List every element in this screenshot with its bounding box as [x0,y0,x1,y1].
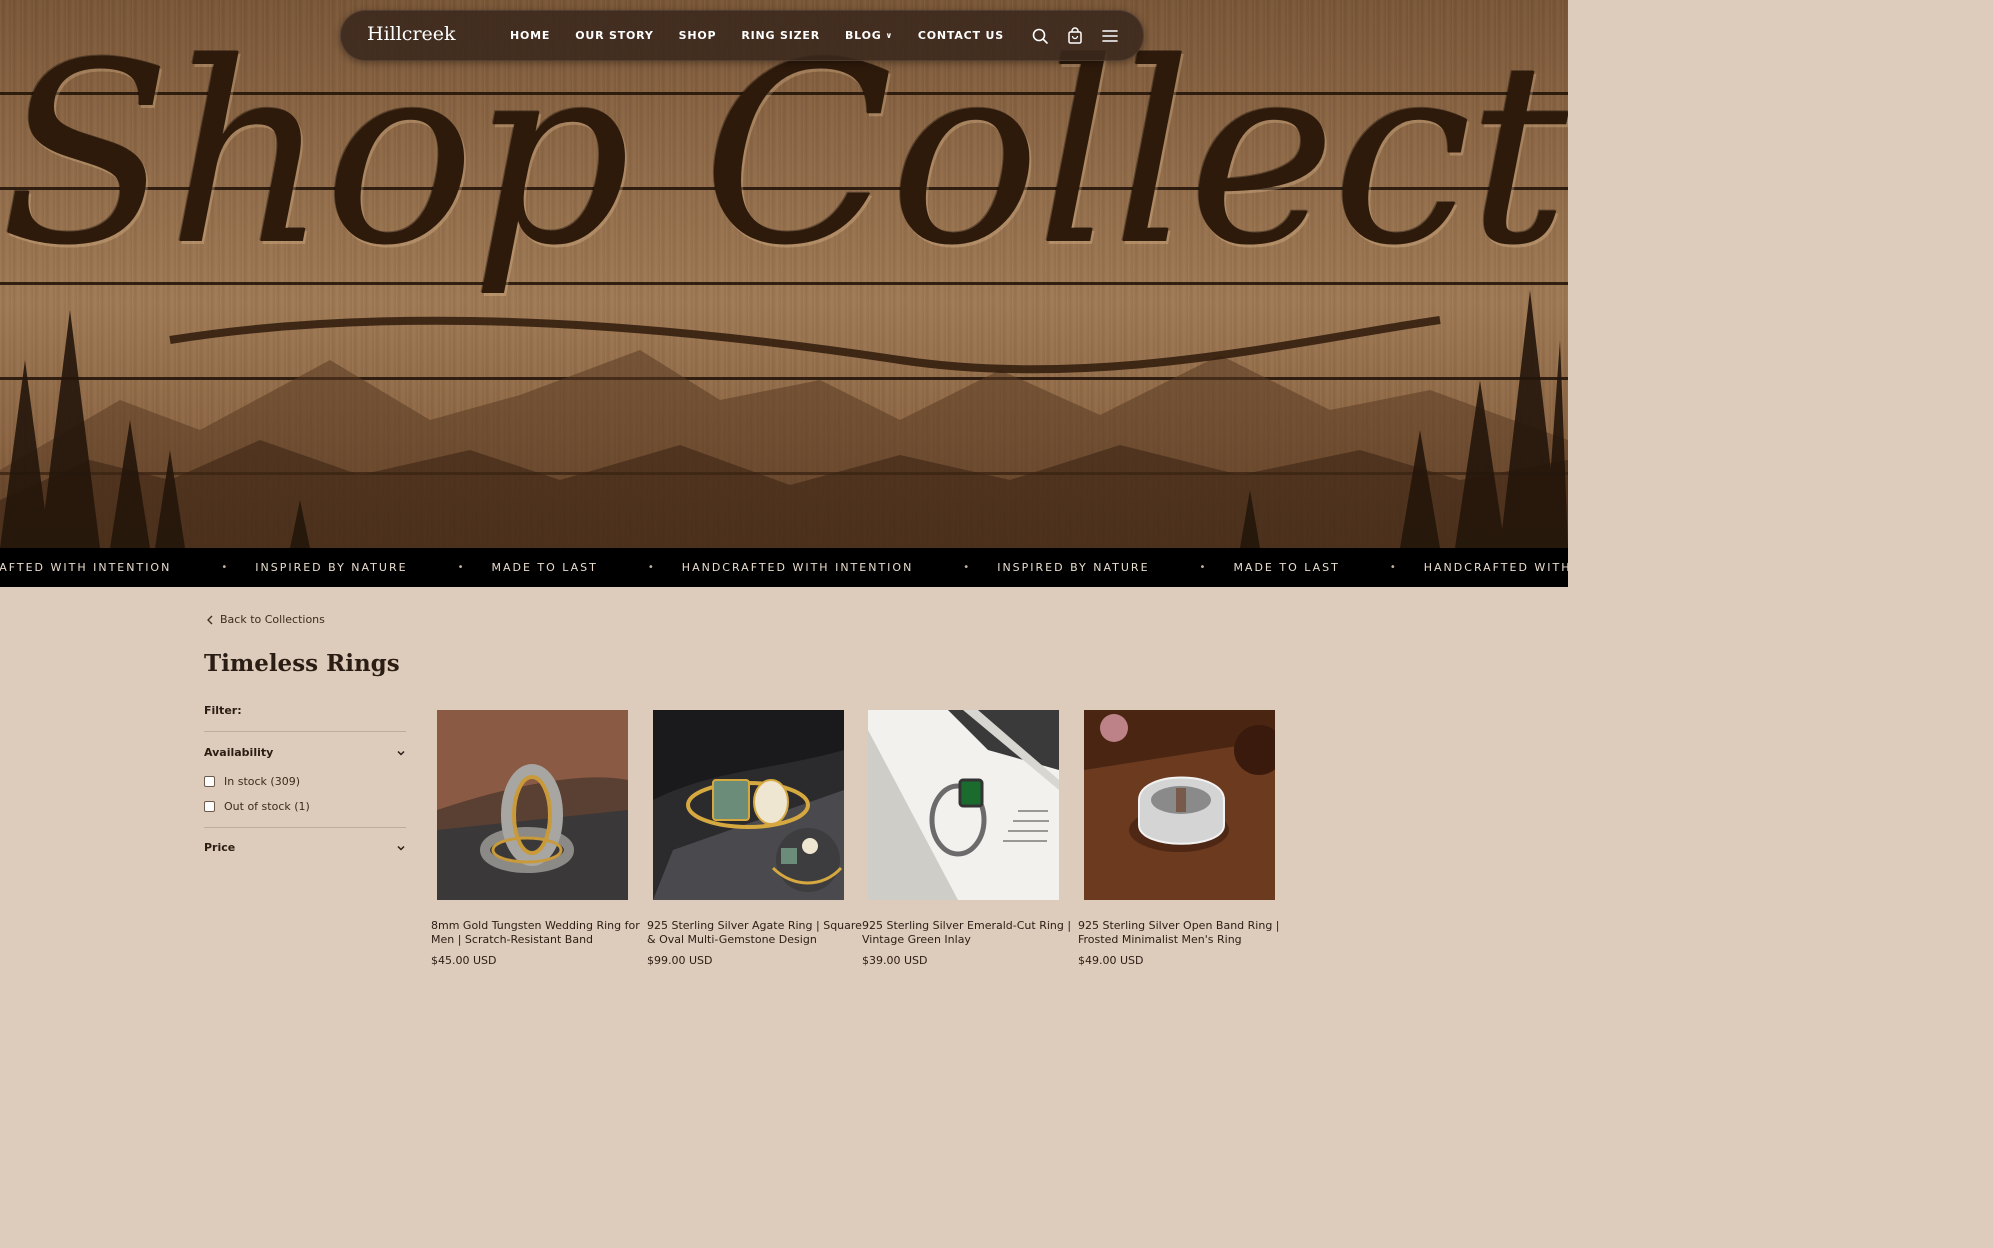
availability-facet-toggle[interactable]: Availability [204,746,406,759]
nav-links: HOME OUR STORY SHOP RING SIZER BLOG ∨ CON… [510,29,1029,42]
product-image[interactable] [1084,710,1275,900]
marquee-item: MADE TO LAST [1233,561,1340,574]
nav-link-blog[interactable]: BLOG [845,29,882,42]
hero-banner: Shop Collections [0,0,1568,548]
price-facet-toggle[interactable]: Price [204,841,406,854]
back-to-collections-link[interactable]: Back to Collections [206,613,325,626]
marquee-item: RAFTED WITH INTENTION [0,561,172,574]
marquee-item: HANDCRAFTED WITH INTENTION [1423,561,1568,574]
brand-logo[interactable]: Hillcreek [367,23,456,45]
product-title[interactable]: 925 Sterling Silver Agate Ring | Square … [647,919,863,947]
hero-title: Shop Collections [0,9,1568,300]
nav-link-home[interactable]: HOME [510,29,550,42]
filter-divider [204,731,406,732]
product-title[interactable]: 925 Sterling Silver Emerald-Cut Ring | V… [862,919,1078,947]
product-image[interactable] [653,710,844,900]
nav-link-contact-us[interactable]: CONTACT US [918,29,1004,42]
product-price: $49.00 USD [1078,954,1144,967]
chevron-left-icon [207,615,213,624]
nav-link-ring-sizer[interactable]: RING SIZER [741,29,820,42]
search-icon[interactable] [1031,27,1049,45]
availability-label: Availability [204,746,274,759]
marquee-item: INSPIRED BY NATURE [255,561,408,574]
marquee-item: INSPIRED BY NATURE [997,561,1150,574]
cart-icon[interactable] [1066,27,1084,45]
top-navigation: Hillcreek HOME OUR STORY SHOP RING SIZER… [340,10,1144,61]
out-of-stock-label: Out of stock (1) [224,800,310,813]
product-price: $39.00 USD [862,954,928,967]
tungsten-ring-photo [437,710,628,900]
marquee-separator: • [1389,562,1396,573]
marquee-item: HANDCRAFTED WITH INTENTION [681,561,914,574]
chevron-down-icon: ∨ [885,31,893,40]
product-title[interactable]: 925 Sterling Silver Open Band Ring | Fro… [1078,919,1294,947]
filter-label: Filter: [204,704,242,717]
product-title[interactable]: 8mm Gold Tungsten Wedding Ring for Men |… [431,919,647,947]
out-of-stock-checkbox[interactable] [204,801,215,812]
filter-option-out-of-stock[interactable]: Out of stock (1) [204,800,310,813]
nav-link-blog-wrapper[interactable]: BLOG ∨ [845,29,893,42]
chevron-down-icon [397,750,405,756]
agate-ring-photo [653,710,844,900]
marquee-separator: • [1199,562,1206,573]
back-link-label: Back to Collections [220,613,325,626]
marquee-separator: • [457,562,464,573]
marquee-separator: • [221,562,228,573]
filter-option-in-stock[interactable]: In stock (309) [204,775,300,788]
filter-divider [204,827,406,828]
marquee-track: RAFTED WITH INTENTION • INSPIRED BY NATU… [0,561,1568,574]
marquee-separator: • [963,562,970,573]
nav-link-our-story[interactable]: OUR STORY [575,29,653,42]
emerald-ring-photo [868,710,1059,900]
in-stock-checkbox[interactable] [204,776,215,787]
announcement-marquee: RAFTED WITH INTENTION • INSPIRED BY NATU… [0,548,1568,587]
marquee-separator: • [647,562,654,573]
menu-icon[interactable] [1101,27,1119,45]
in-stock-label: In stock (309) [224,775,300,788]
nav-link-shop[interactable]: SHOP [679,29,717,42]
product-image[interactable] [868,710,1059,900]
product-price: $99.00 USD [647,954,713,967]
price-label: Price [204,841,236,854]
chevron-down-icon [397,845,405,851]
marquee-item: MADE TO LAST [491,561,598,574]
product-image[interactable] [437,710,628,900]
open-band-ring-photo [1084,710,1275,900]
product-price: $45.00 USD [431,954,497,967]
page-title: Timeless Rings [204,650,400,677]
